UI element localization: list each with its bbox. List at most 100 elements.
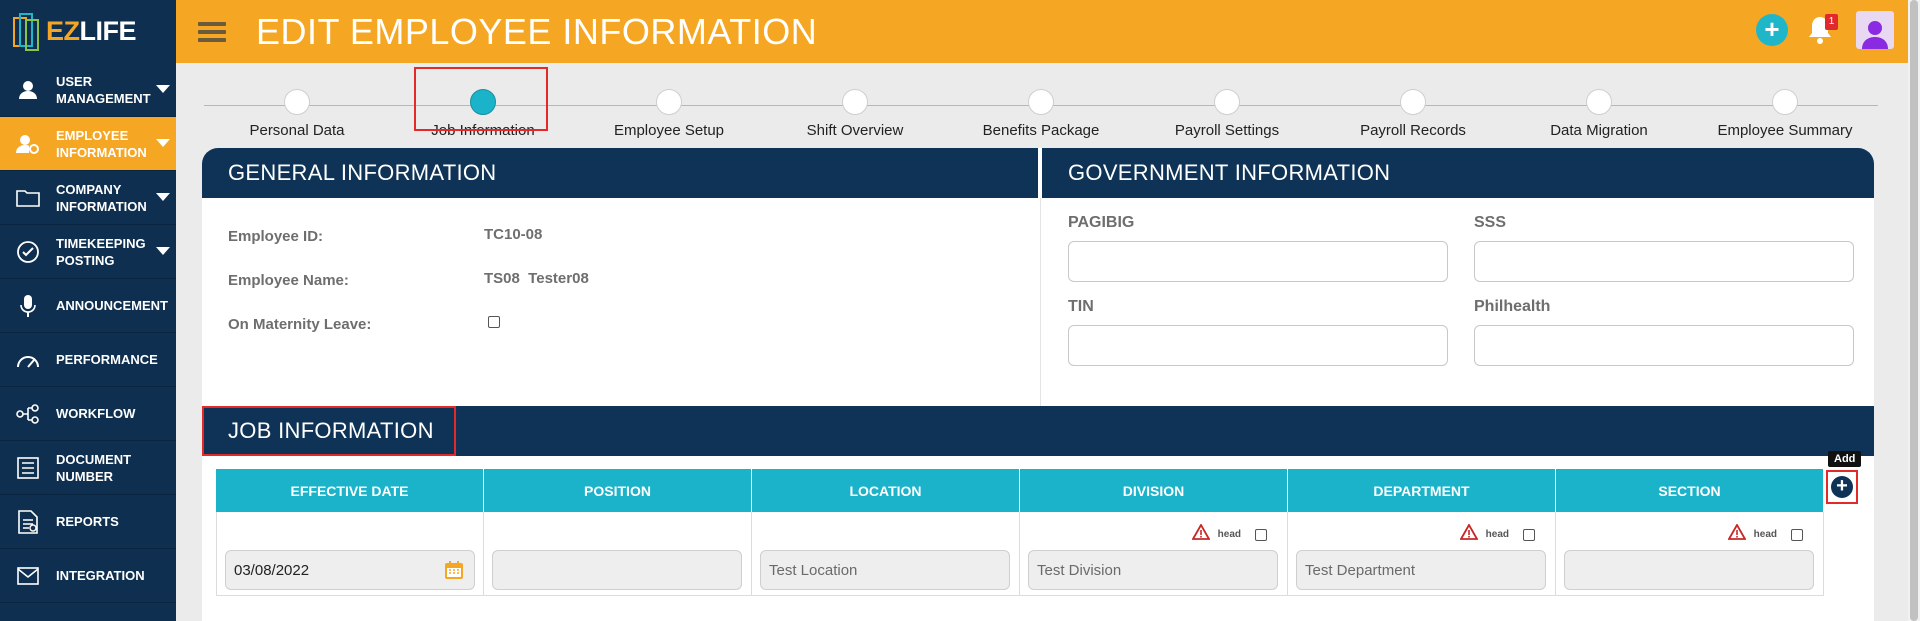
- section-input[interactable]: [1564, 550, 1814, 590]
- sidebar-item-employee-information[interactable]: EMPLOYEE INFORMATION: [0, 117, 176, 171]
- microphone-icon: [0, 294, 56, 318]
- main-content: Personal Data Job Information Employee S…: [176, 63, 1908, 621]
- caret-down-icon: [156, 85, 170, 93]
- col-effective-date: EFFECTIVE DATE: [216, 469, 484, 512]
- scrollbar-thumb[interactable]: [1910, 0, 1918, 621]
- step-personal-data[interactable]: Personal Data: [212, 89, 382, 139]
- employee-settings-icon: [0, 133, 56, 155]
- col-section: SECTION: [1556, 469, 1824, 512]
- col-location: LOCATION: [752, 469, 1020, 512]
- step-employee-setup[interactable]: Employee Setup: [584, 89, 754, 139]
- effective-date-input[interactable]: 03/08/2022: [225, 550, 475, 590]
- app-logo[interactable]: EZLIFE: [0, 0, 176, 63]
- col-position: POSITION: [484, 469, 752, 512]
- sss-label: SSS: [1474, 214, 1507, 231]
- logo-mark-icon: [12, 12, 42, 52]
- employee-name-label: Employee Name:: [228, 272, 349, 289]
- pagibig-input[interactable]: [1068, 241, 1448, 282]
- step-circle: [284, 89, 310, 115]
- sidebar-item-label: USER MANAGEMENT: [56, 73, 151, 106]
- sidebar-item-label: ANNOUNCEMENT: [56, 298, 168, 313]
- step-circle: [1772, 89, 1798, 115]
- sidebar-item-integration[interactable]: INTEGRATION: [0, 549, 176, 603]
- user-icon: [0, 79, 56, 101]
- sidebar-item-label: INTEGRATION: [56, 568, 145, 583]
- step-label: Employee Setup: [613, 122, 725, 139]
- sidebar-item-label: PERFORMANCE: [56, 352, 158, 367]
- head-label: head: [1217, 529, 1241, 540]
- maternity-leave-checkbox[interactable]: [488, 316, 500, 328]
- step-shift-overview[interactable]: Shift Overview: [770, 89, 940, 139]
- sidebar-item-workflow[interactable]: WORKFLOW: [0, 387, 176, 441]
- step-circle: [842, 89, 868, 115]
- col-division: DIVISION: [1020, 469, 1288, 512]
- caret-down-icon: [156, 247, 170, 255]
- effective-date-value: 03/08/2022: [234, 561, 310, 579]
- philhealth-input[interactable]: [1474, 325, 1854, 366]
- warning-icon: [1459, 523, 1479, 545]
- sidebar-item-label: TIMEKEEPING POSTING: [56, 235, 146, 268]
- employee-name-value: TS08 Tester08: [484, 270, 589, 287]
- sidebar: EZLIFE USER MANAGEMENT EMPLOYEE INFORMAT…: [0, 0, 176, 621]
- job-info-highlight: [202, 406, 456, 456]
- department-input[interactable]: Test Department: [1296, 550, 1546, 590]
- location-input[interactable]: Test Location: [760, 550, 1010, 590]
- step-circle: [1028, 89, 1054, 115]
- sidebar-item-reports[interactable]: REPORTS: [0, 495, 176, 549]
- mail-icon: [0, 566, 56, 585]
- step-label: Benefits Package: [982, 122, 1100, 139]
- sidebar-item-user-management[interactable]: USER MANAGEMENT: [0, 63, 176, 117]
- step-label: Data Migration: [1550, 122, 1648, 139]
- document-list-icon: [0, 456, 56, 479]
- employee-id-label: Employee ID:: [228, 228, 324, 245]
- division-cell: head Test Division: [1020, 512, 1288, 596]
- gauge-icon: [0, 351, 56, 369]
- table-row: 03/08/2022 Test Location head Test Divis…: [216, 512, 1824, 596]
- sidebar-item-timekeeping-posting[interactable]: TIMEKEEPING POSTING: [0, 225, 176, 279]
- maternity-leave-label: On Maternity Leave:: [228, 316, 372, 333]
- employee-form-panel: GENERAL INFORMATION GOVERNMENT INFORMATI…: [202, 148, 1874, 621]
- sss-input[interactable]: [1474, 241, 1854, 282]
- quick-add-button[interactable]: +: [1756, 14, 1788, 46]
- government-info-header: GOVERNMENT INFORMATION: [1042, 148, 1874, 198]
- department-head-checkbox[interactable]: [1523, 528, 1535, 541]
- logo-prefix: EZ: [46, 16, 80, 46]
- step-circle: [1214, 89, 1240, 115]
- sidebar-item-announcement[interactable]: ANNOUNCEMENT: [0, 279, 176, 333]
- notification-bell-icon[interactable]: 1: [1806, 12, 1838, 48]
- step-payroll-settings[interactable]: Payroll Settings: [1142, 89, 1312, 139]
- page-scrollbar[interactable]: [1908, 0, 1920, 621]
- step-label: Payroll Records: [1360, 122, 1466, 139]
- sidebar-item-label: DOCUMENT NUMBER: [56, 451, 132, 484]
- warning-icon: [1727, 523, 1747, 545]
- caret-down-icon: [156, 139, 170, 147]
- division-head-checkbox[interactable]: [1255, 528, 1267, 541]
- hamburger-menu-icon[interactable]: [198, 18, 226, 46]
- step-employee-summary[interactable]: Employee Summary: [1700, 89, 1870, 139]
- add-job-row-button[interactable]: +: [1826, 470, 1858, 504]
- logo-suffix: LIFE: [79, 16, 137, 46]
- position-input[interactable]: [492, 550, 742, 590]
- sidebar-item-company-information[interactable]: COMPANY INFORMATION: [0, 171, 176, 225]
- sidebar-item-label: REPORTS: [56, 514, 119, 529]
- section-head-checkbox[interactable]: [1791, 528, 1803, 541]
- tin-input[interactable]: [1068, 325, 1448, 366]
- location-cell: Test Location: [752, 512, 1020, 596]
- department-cell: head Test Department: [1288, 512, 1556, 596]
- sidebar-item-label: COMPANY INFORMATION: [56, 181, 147, 214]
- step-payroll-records[interactable]: Payroll Records: [1328, 89, 1498, 139]
- sidebar-item-document-number[interactable]: DOCUMENT NUMBER: [0, 441, 176, 495]
- sidebar-item-label: WORKFLOW: [56, 406, 136, 421]
- step-data-migration[interactable]: Data Migration: [1514, 89, 1684, 139]
- sidebar-item-performance[interactable]: PERFORMANCE: [0, 333, 176, 387]
- step-circle: [656, 89, 682, 115]
- folder-icon: [0, 188, 56, 208]
- general-info-header: GENERAL INFORMATION: [202, 148, 1038, 198]
- calendar-icon[interactable]: [444, 560, 464, 584]
- user-avatar[interactable]: [1856, 11, 1894, 49]
- step-benefits-package[interactable]: Benefits Package: [956, 89, 1126, 139]
- page-title: EDIT EMPLOYEE INFORMATION: [256, 10, 818, 52]
- division-input[interactable]: Test Division: [1028, 550, 1278, 590]
- workflow-icon: [0, 403, 56, 424]
- philhealth-label: Philhealth: [1474, 298, 1551, 315]
